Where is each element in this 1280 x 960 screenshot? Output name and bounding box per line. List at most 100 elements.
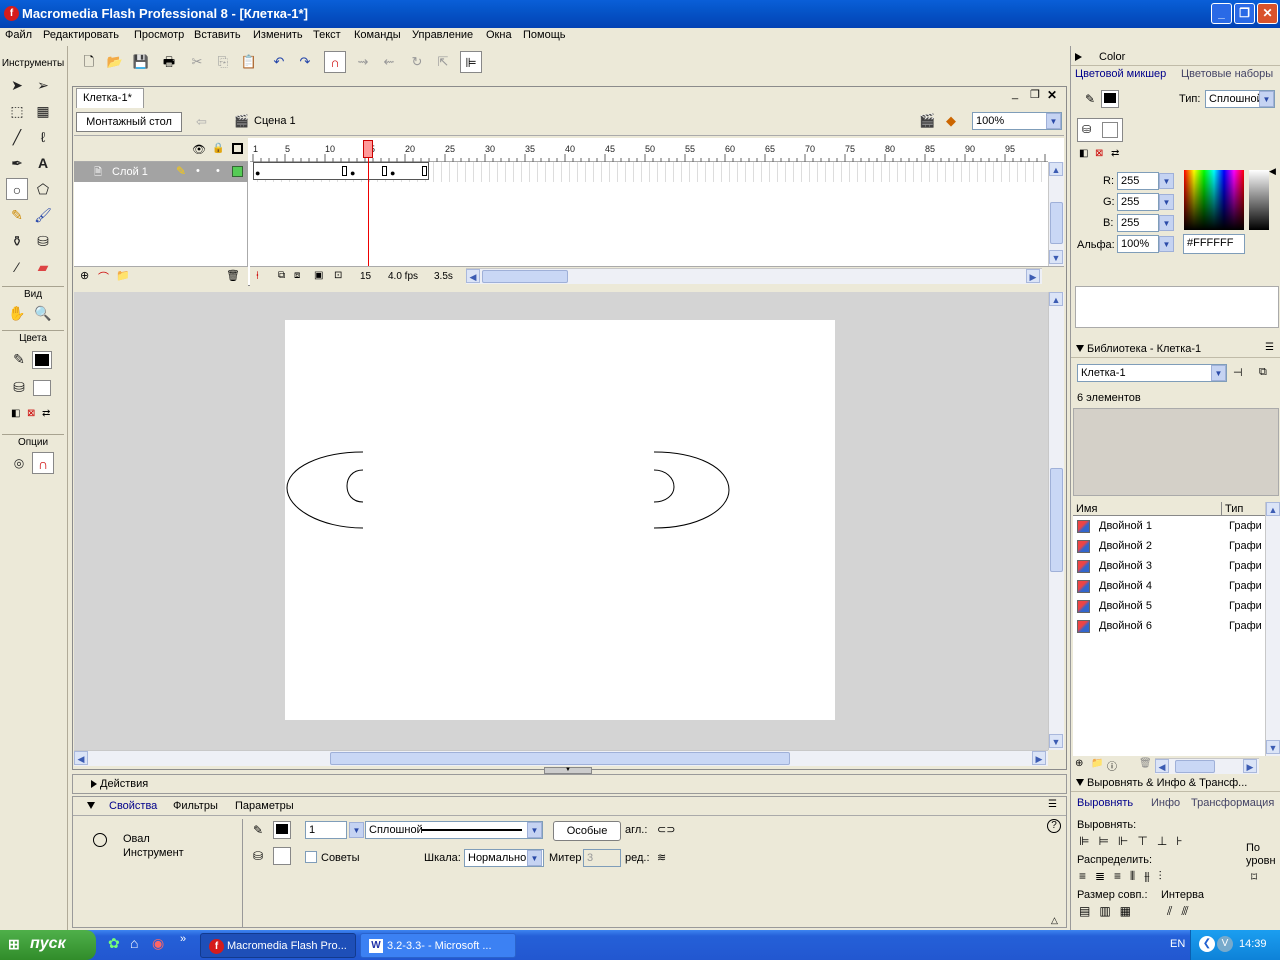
fill-color-swatch[interactable] (33, 380, 51, 396)
task-flash[interactable]: f Macromedia Flash Pro... (200, 933, 356, 958)
brush-tool-icon[interactable]: 🖌 (32, 204, 54, 226)
straighten-icon[interactable]: ⇜ (378, 51, 400, 73)
scroll-thumb[interactable] (330, 752, 790, 765)
new-library-icon[interactable]: ⧉ (1259, 366, 1267, 379)
library-item[interactable]: Двойной 6 Графи (1077, 618, 1277, 638)
col-name[interactable]: Имя (1076, 503, 1097, 515)
green-dropdown-icon[interactable]: ▼ (1159, 194, 1174, 210)
collapse-arrow-icon[interactable] (1076, 345, 1084, 352)
scroll-down-icon[interactable]: ▼ (1049, 250, 1063, 264)
help-icon[interactable]: ? (1047, 819, 1061, 833)
space-buttons-icon[interactable]: ⫽⫻ (1167, 904, 1198, 919)
color-panel-title[interactable]: Color (1099, 51, 1125, 63)
doc-close-icon[interactable]: ✕ (1047, 88, 1057, 102)
menu-window[interactable]: Окна (486, 29, 512, 41)
swap-colors-icon[interactable]: ⇄ (1111, 148, 1119, 159)
motion-guide-icon[interactable]: ⌒ (98, 269, 109, 285)
print-icon[interactable]: 🖶 (158, 51, 180, 73)
panel-menu-icon[interactable]: ☰ (1048, 799, 1057, 810)
no-color-icon[interactable]: ⊠ (1095, 148, 1103, 159)
scroll-thumb[interactable] (1175, 760, 1215, 773)
smooth-icon[interactable]: ⇝ (352, 51, 374, 73)
zoom-tool-icon[interactable]: 🔍 (32, 302, 54, 324)
color-spectrum[interactable] (1184, 170, 1244, 230)
pencil-tool-icon[interactable]: ✎ (6, 204, 28, 226)
align-panel-header[interactable]: Выровнять & Инфо & Трансф... (1071, 774, 1280, 792)
stroke-style-dropdown-icon[interactable]: ▼ (527, 822, 542, 838)
stage-hscroll[interactable]: ◀ ▶ (74, 750, 1048, 766)
alpha-input[interactable]: 100% (1117, 235, 1159, 253)
document-tab[interactable]: Клетка-1* (76, 88, 144, 108)
tray-app-icon[interactable]: V (1217, 936, 1233, 952)
match-size-buttons-icon[interactable]: ▤▥▦ (1079, 904, 1140, 918)
fill-type-dropdown-icon[interactable]: ▼ (1259, 91, 1274, 107)
oval-tool-icon[interactable]: ○ (6, 178, 28, 200)
tab-transform[interactable]: Трансформация (1191, 797, 1274, 809)
cut-icon[interactable]: ✂ (186, 51, 208, 73)
pin-library-icon[interactable]: ⊣ (1233, 366, 1243, 379)
stroke-width-dropdown-icon[interactable]: ▼ (349, 822, 364, 838)
quicklaunch-icon-1[interactable]: ✿ (108, 935, 120, 952)
stroke-style-select[interactable]: Сплошной (365, 821, 543, 839)
scene-label[interactable]: Сцена 1 (254, 115, 296, 127)
actions-panel[interactable]: Действия (72, 774, 1067, 794)
scroll-down-icon[interactable]: ▼ (1266, 740, 1280, 754)
free-transform-icon[interactable]: ⬚ (6, 100, 28, 122)
undo-icon[interactable]: ↶ (268, 51, 290, 73)
scroll-left-icon[interactable]: ◀ (466, 269, 480, 283)
copy-icon[interactable]: ⎘ (212, 51, 234, 73)
eraser-tool-icon[interactable]: ▰ (32, 256, 54, 278)
custom-button[interactable]: Особые (553, 821, 621, 841)
center-frame-icon[interactable]: ⍿ (256, 270, 259, 283)
rotate-icon[interactable]: ↻ (406, 51, 428, 73)
fill-selector[interactable]: ⛁ (1077, 118, 1123, 142)
quicklaunch-more-icon[interactable]: » (180, 933, 186, 945)
playhead[interactable] (363, 140, 373, 158)
fill-color-swatch[interactable] (1102, 122, 1118, 138)
quicklaunch-icon-3[interactable]: ◉ (152, 935, 164, 952)
collapse-arrow-icon[interactable] (1075, 53, 1082, 61)
stroke-color-swatch[interactable] (1101, 90, 1119, 108)
insert-layer-icon[interactable]: ⊕ (80, 269, 89, 282)
align-buttons-icon[interactable]: ⊫⊨⊩⊤⊥⊦ (1079, 834, 1192, 848)
stroke-width-input[interactable]: 1 (305, 821, 347, 839)
expand-arrow-icon[interactable] (91, 780, 97, 788)
actions-title[interactable]: Действия (100, 778, 148, 790)
scroll-left-icon[interactable]: ◀ (74, 751, 88, 765)
doc-restore-icon[interactable]: ❐ (1030, 88, 1040, 101)
eye-icon[interactable]: 👁 (192, 143, 206, 156)
oval-shapes[interactable] (280, 440, 740, 540)
frame-rate[interactable]: 4.0 fps (388, 271, 418, 282)
minimize-button[interactable]: _ (1211, 3, 1232, 24)
scroll-thumb[interactable] (1050, 202, 1063, 244)
left-outer-oval-arc[interactable] (286, 451, 364, 529)
library-dropdown-icon[interactable]: ▼ (1211, 365, 1226, 381)
save-icon[interactable]: 💾 (130, 51, 152, 73)
snap-magnet-icon[interactable]: ∩ (32, 452, 54, 474)
tab-info[interactable]: Инфо (1151, 797, 1180, 809)
collapse-handle-icon[interactable]: ▼ (544, 767, 592, 774)
blue-input[interactable]: 255 (1117, 214, 1159, 232)
paint-bucket-icon[interactable]: ⛁ (32, 230, 54, 252)
text-tool-icon[interactable]: A (32, 152, 54, 174)
start-button[interactable]: ⊞ пуск (0, 930, 96, 960)
tab-color-mixer[interactable]: Цветовой микшер (1075, 68, 1175, 84)
library-item[interactable]: Двойной 3 Графи (1077, 558, 1277, 578)
hex-input[interactable]: #FFFFFF (1183, 234, 1245, 254)
align-panel-title[interactable]: Выровнять & Инфо & Трансф... (1087, 777, 1247, 789)
scroll-thumb[interactable] (482, 270, 568, 283)
doc-minimize-icon[interactable]: _ (1012, 88, 1018, 100)
object-drawing-icon[interactable]: ◎ (8, 452, 30, 474)
collapse-arrow-icon[interactable] (87, 802, 95, 809)
edit-scene-icon[interactable]: 🎬 (919, 113, 935, 129)
open-file-icon[interactable]: 📂 (104, 51, 126, 73)
cap-style-icon[interactable]: ⊂⊃ (657, 823, 675, 836)
frame-span[interactable] (253, 162, 429, 180)
red-input[interactable]: 255 (1117, 172, 1159, 190)
lock-icon[interactable]: 🔒 (212, 143, 224, 154)
scroll-up-icon[interactable]: ▲ (1049, 162, 1063, 176)
onion-outline-icon[interactable]: ⧈ (294, 270, 300, 281)
tray-arrow-icon[interactable]: ❮ (1199, 936, 1215, 952)
pen-tool-icon[interactable]: ✒ (6, 152, 28, 174)
close-button[interactable]: ✕ (1257, 3, 1278, 24)
